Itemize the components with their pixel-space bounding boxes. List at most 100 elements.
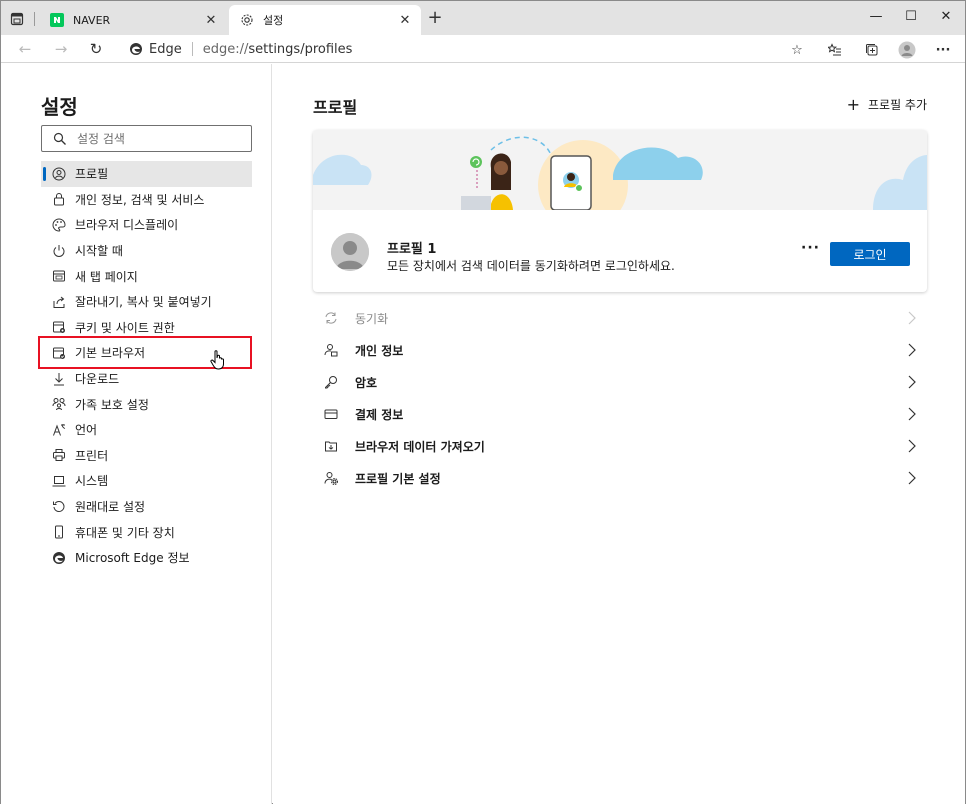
sidebar-item-appearance[interactable]: 브라우저 디스플레이	[41, 212, 252, 238]
row-label: 개인 정보	[355, 343, 404, 358]
favorites-icon[interactable]	[826, 41, 844, 59]
cookie-icon	[51, 319, 67, 335]
profile-banner-illustration	[313, 130, 927, 210]
close-window-button[interactable]: ✕	[929, 1, 963, 31]
sidebar-item-label: Microsoft Edge 정보	[75, 551, 190, 566]
chevron-right-icon	[908, 375, 916, 389]
payment-info-row[interactable]: 결제 정보	[313, 398, 927, 430]
personal-info-row[interactable]: 개인 정보	[313, 334, 927, 366]
profile-row: 프로필 1 모든 장치에서 검색 데이터를 동기화하려면 로그인하세요. ···…	[313, 210, 927, 292]
sidebar-item-new-tab[interactable]: 새 탭 페이지	[41, 263, 252, 289]
address-divider	[191, 42, 193, 56]
chevron-right-icon	[908, 343, 916, 357]
sidebar-item-label: 브라우저 디스플레이	[75, 218, 179, 233]
add-favorite-icon[interactable]: ☆	[788, 41, 806, 59]
sidebar-item-label: 시스템	[75, 474, 109, 489]
naver-icon	[49, 12, 65, 28]
download-icon	[51, 371, 67, 387]
url-scheme: edge://	[202, 41, 249, 57]
chevron-right-icon	[908, 311, 916, 325]
settings-search-input[interactable]: 설정 검색	[41, 125, 252, 152]
sidebar-item-system[interactable]: 시스템	[41, 468, 252, 494]
personal-info-icon	[323, 342, 339, 358]
sidebar-item-about[interactable]: Microsoft Edge 정보	[41, 545, 252, 571]
chevron-right-icon	[908, 439, 916, 453]
card-icon	[323, 406, 339, 422]
tab-settings[interactable]: 설정 ✕	[229, 5, 421, 35]
tab-naver[interactable]: NAVER ✕	[39, 5, 227, 35]
sidebar-item-profile[interactable]: 프로필	[41, 161, 252, 187]
sidebar-item-startup[interactable]: 시작할 때	[41, 238, 252, 264]
row-label: 결제 정보	[355, 407, 404, 422]
sidebar-item-label: 가족 보호 설정	[75, 397, 149, 412]
back-icon[interactable]: ←	[13, 39, 37, 59]
profile-avatar-icon[interactable]	[898, 41, 916, 59]
add-profile-label: 프로필 추가	[867, 98, 927, 112]
minimize-button[interactable]: —	[859, 1, 893, 31]
sidebar-item-label: 잘라내기, 복사 및 붙여넣기	[75, 295, 212, 310]
maximize-button[interactable]: ☐	[894, 1, 928, 31]
tab-separator	[34, 12, 35, 26]
profiles-page: 프로필 + 프로필 추가 프로필 1 모든 장치에서 검색 데이터를 동기화하려…	[273, 64, 965, 804]
address-bar[interactable]: Edge edge://settings/profiles	[121, 37, 809, 61]
sidebar-item-phone[interactable]: 휴대폰 및 기타 장치	[41, 519, 252, 545]
reset-icon	[51, 499, 67, 515]
collections-icon[interactable]	[863, 41, 881, 59]
sidebar-item-printers[interactable]: 프린터	[41, 443, 252, 469]
sidebar-item-label: 언어	[75, 423, 98, 438]
profile-icon	[51, 166, 67, 182]
close-icon[interactable]: ✕	[397, 12, 413, 28]
avatar	[331, 233, 369, 271]
refresh-icon[interactable]: ↻	[84, 39, 108, 59]
page-title: 프로필	[313, 98, 358, 117]
power-icon	[51, 243, 67, 259]
palette-icon	[51, 217, 67, 233]
laptop-icon	[51, 473, 67, 489]
sidebar-item-share-copy-paste[interactable]: 잘라내기, 복사 및 붙여넣기	[41, 289, 252, 315]
add-profile-button[interactable]: + 프로필 추가	[847, 96, 927, 113]
sidebar-item-reset[interactable]: 원래대로 설정	[41, 494, 252, 520]
tab-actions-icon[interactable]	[7, 9, 27, 29]
sidebar-item-label: 휴대폰 및 기타 장치	[75, 525, 175, 540]
passwords-row[interactable]: 암호	[313, 366, 927, 398]
gear-icon	[239, 12, 255, 28]
sync-row[interactable]: 동기화	[313, 302, 927, 334]
chevron-right-icon	[908, 407, 916, 421]
hand-cursor-icon	[210, 350, 226, 370]
url-path: settings/profiles	[248, 41, 353, 57]
sidebar-item-languages[interactable]: 언어	[41, 417, 252, 443]
chevron-right-icon	[908, 471, 916, 485]
address-toolbar: ← → ↻ Edge edge://settings/profiles ☆ ··…	[1, 35, 965, 63]
row-label: 동기화	[355, 311, 389, 326]
profile-more-button[interactable]: ···	[801, 240, 820, 256]
tab-title: NAVER	[73, 13, 111, 27]
sidebar-item-family[interactable]: 가족 보호 설정	[41, 391, 252, 417]
profile-card: 프로필 1 모든 장치에서 검색 데이터를 동기화하려면 로그인하세요. ···…	[313, 130, 927, 292]
login-button[interactable]: 로그인	[830, 242, 910, 266]
edge-icon	[129, 42, 143, 56]
family-icon	[51, 396, 67, 412]
sidebar-title: 설정	[41, 95, 78, 119]
import-data-row[interactable]: 브라우저 데이터 가져오기	[313, 430, 927, 462]
tab-bar: NAVER ✕ 설정 ✕ + — ☐ ✕	[1, 1, 965, 35]
row-label: 암호	[355, 375, 378, 390]
profile-preferences-row[interactable]: 프로필 기본 설정	[313, 462, 927, 494]
sidebar-item-label: 원래대로 설정	[75, 500, 146, 515]
plus-icon: +	[846, 94, 860, 114]
settings-sidebar: 설정 설정 검색 프로필 개인 정보, 검색 및 서비스 브라우저 디스플레이	[1, 64, 272, 804]
forward-icon[interactable]: →	[49, 39, 73, 59]
profile-settings-list: 동기화 개인 정보 암호 결제 정보 브라우저 데이터 가져오기 프로필 기본 …	[313, 302, 927, 494]
import-icon	[323, 438, 339, 454]
tab-title: 설정	[263, 14, 284, 27]
edge-icon	[51, 550, 67, 566]
share-icon	[51, 294, 67, 310]
row-label: 프로필 기본 설정	[355, 471, 441, 486]
search-icon	[53, 132, 67, 146]
new-tab-button[interactable]: +	[425, 9, 445, 29]
more-menu-icon[interactable]: ···	[934, 41, 952, 59]
profile-settings-icon	[323, 470, 339, 486]
sidebar-item-privacy[interactable]: 개인 정보, 검색 및 서비스	[41, 187, 252, 213]
close-icon[interactable]: ✕	[203, 12, 219, 28]
sidebar-item-label: 새 탭 페이지	[75, 269, 138, 284]
browser-window: NAVER ✕ 설정 ✕ + — ☐ ✕ ← → ↻ Edge edge://s…	[0, 0, 966, 804]
